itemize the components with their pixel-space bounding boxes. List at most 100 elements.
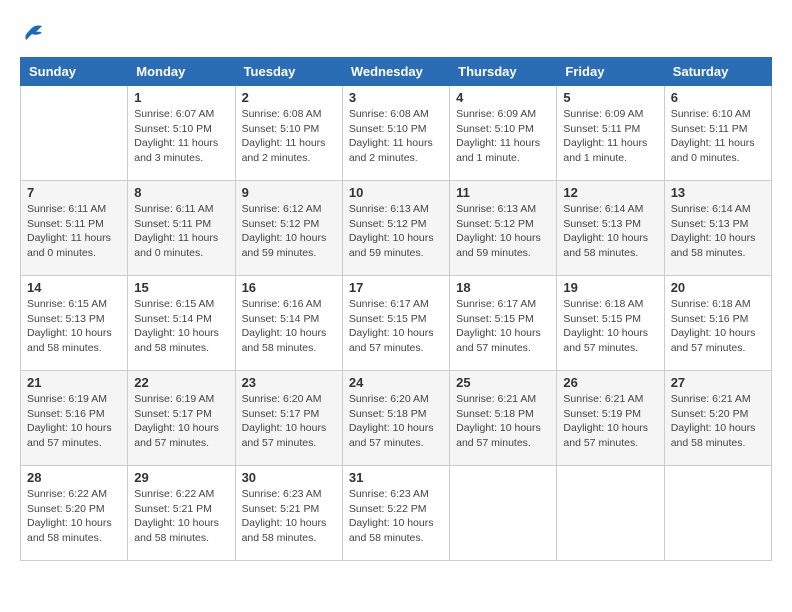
day-number: 28: [27, 470, 121, 485]
day-info: Sunrise: 6:23 AMSunset: 5:21 PMDaylight:…: [242, 487, 336, 546]
day-info: Sunrise: 6:08 AMSunset: 5:10 PMDaylight:…: [242, 107, 336, 166]
day-info: Sunrise: 6:19 AMSunset: 5:17 PMDaylight:…: [134, 392, 228, 451]
page-header: [20, 20, 772, 47]
header-cell-thursday: Thursday: [450, 58, 557, 86]
header-cell-saturday: Saturday: [664, 58, 771, 86]
day-info: Sunrise: 6:14 AMSunset: 5:13 PMDaylight:…: [671, 202, 765, 261]
day-info: Sunrise: 6:15 AMSunset: 5:14 PMDaylight:…: [134, 297, 228, 356]
day-number: 24: [349, 375, 443, 390]
logo: [20, 20, 44, 47]
day-number: 14: [27, 280, 121, 295]
day-number: 10: [349, 185, 443, 200]
day-number: 20: [671, 280, 765, 295]
day-number: 1: [134, 90, 228, 105]
calendar-cell: 24 Sunrise: 6:20 AMSunset: 5:18 PMDayligh…: [342, 371, 449, 466]
day-info: Sunrise: 6:15 AMSunset: 5:13 PMDaylight:…: [27, 297, 121, 356]
day-info: Sunrise: 6:20 AMSunset: 5:17 PMDaylight:…: [242, 392, 336, 451]
day-info: Sunrise: 6:22 AMSunset: 5:21 PMDaylight:…: [134, 487, 228, 546]
header-cell-monday: Monday: [128, 58, 235, 86]
calendar-cell: 27Sunrise: 6:21 AMSunset: 5:20 PMDayligh…: [664, 371, 771, 466]
day-number: 15: [134, 280, 228, 295]
day-info: Sunrise: 6:10 AMSunset: 5:11 PMDaylight:…: [671, 107, 765, 166]
day-number: 31: [349, 470, 443, 485]
day-info: Sunrise: 6:23 AMSunset: 5:22 PMDaylight:…: [349, 487, 443, 546]
calendar-cell: 1 Sunrise: 6:07 AMSunset: 5:10 PMDaylight…: [128, 86, 235, 181]
calendar-cell: 10Sunrise: 6:13 AMSunset: 5:12 PMDayligh…: [342, 181, 449, 276]
day-number: 26: [563, 375, 657, 390]
calendar-body: 1 Sunrise: 6:07 AMSunset: 5:10 PMDaylight…: [21, 86, 772, 561]
calendar-header: SundayMondayTuesdayWednesdayThursdayFrid…: [21, 58, 772, 86]
day-number: 27: [671, 375, 765, 390]
calendar-cell: [450, 466, 557, 561]
day-info: Sunrise: 6:17 AMSunset: 5:15 PMDaylight:…: [456, 297, 550, 356]
calendar-cell: 3 Sunrise: 6:08 AMSunset: 5:10 PMDaylight…: [342, 86, 449, 181]
calendar-cell: [557, 466, 664, 561]
day-number: 13: [671, 185, 765, 200]
calendar-cell: 28 Sunrise: 6:22 AMSunset: 5:20 PMDayligh…: [21, 466, 128, 561]
day-info: Sunrise: 6:12 AMSunset: 5:12 PMDaylight:…: [242, 202, 336, 261]
day-info: Sunrise: 6:18 AMSunset: 5:16 PMDaylight:…: [671, 297, 765, 356]
header-row: SundayMondayTuesdayWednesdayThursdayFrid…: [21, 58, 772, 86]
day-number: 11: [456, 185, 550, 200]
day-number: 25: [456, 375, 550, 390]
day-info: Sunrise: 6:11 AMSunset: 5:11 PMDaylight:…: [134, 202, 228, 261]
calendar-cell: 19Sunrise: 6:18 AMSunset: 5:15 PMDayligh…: [557, 276, 664, 371]
day-number: 30: [242, 470, 336, 485]
day-number: 12: [563, 185, 657, 200]
day-number: 6: [671, 90, 765, 105]
calendar-cell: 17Sunrise: 6:17 AMSunset: 5:15 PMDayligh…: [342, 276, 449, 371]
calendar-cell: 26 Sunrise: 6:21 AMSunset: 5:19 PMDayligh…: [557, 371, 664, 466]
header-cell-tuesday: Tuesday: [235, 58, 342, 86]
calendar-cell: 13 Sunrise: 6:14 AMSunset: 5:13 PMDayligh…: [664, 181, 771, 276]
calendar-week-5: 28 Sunrise: 6:22 AMSunset: 5:20 PMDayligh…: [21, 466, 772, 561]
header-cell-sunday: Sunday: [21, 58, 128, 86]
logo-bird-icon: [22, 22, 44, 42]
calendar-week-2: 7 Sunrise: 6:11 AMSunset: 5:11 PMDaylight…: [21, 181, 772, 276]
day-number: 16: [242, 280, 336, 295]
day-number: 4: [456, 90, 550, 105]
day-info: Sunrise: 6:14 AMSunset: 5:13 PMDaylight:…: [563, 202, 657, 261]
calendar-cell: [664, 466, 771, 561]
calendar-cell: 6 Sunrise: 6:10 AMSunset: 5:11 PMDaylight…: [664, 86, 771, 181]
calendar-cell: 18 Sunrise: 6:17 AMSunset: 5:15 PMDayligh…: [450, 276, 557, 371]
calendar-cell: 12 Sunrise: 6:14 AMSunset: 5:13 PMDayligh…: [557, 181, 664, 276]
day-info: Sunrise: 6:09 AMSunset: 5:11 PMDaylight:…: [563, 107, 657, 166]
day-info: Sunrise: 6:20 AMSunset: 5:18 PMDaylight:…: [349, 392, 443, 451]
day-info: Sunrise: 6:21 AMSunset: 5:18 PMDaylight:…: [456, 392, 550, 451]
calendar-cell: 5 Sunrise: 6:09 AMSunset: 5:11 PMDaylight…: [557, 86, 664, 181]
calendar-cell: 4 Sunrise: 6:09 AMSunset: 5:10 PMDaylight…: [450, 86, 557, 181]
day-number: 3: [349, 90, 443, 105]
calendar-cell: 9 Sunrise: 6:12 AMSunset: 5:12 PMDaylight…: [235, 181, 342, 276]
calendar-cell: 30 Sunrise: 6:23 AMSunset: 5:21 PMDayligh…: [235, 466, 342, 561]
day-number: 29: [134, 470, 228, 485]
day-info: Sunrise: 6:09 AMSunset: 5:10 PMDaylight:…: [456, 107, 550, 166]
calendar-cell: 14 Sunrise: 6:15 AMSunset: 5:13 PMDayligh…: [21, 276, 128, 371]
calendar-cell: 11 Sunrise: 6:13 AMSunset: 5:12 PMDayligh…: [450, 181, 557, 276]
calendar-cell: [21, 86, 128, 181]
day-info: Sunrise: 6:22 AMSunset: 5:20 PMDaylight:…: [27, 487, 121, 546]
calendar-cell: 21Sunrise: 6:19 AMSunset: 5:16 PMDayligh…: [21, 371, 128, 466]
day-number: 9: [242, 185, 336, 200]
day-number: 5: [563, 90, 657, 105]
day-info: Sunrise: 6:21 AMSunset: 5:19 PMDaylight:…: [563, 392, 657, 451]
day-info: Sunrise: 6:13 AMSunset: 5:12 PMDaylight:…: [456, 202, 550, 261]
calendar-cell: 16Sunrise: 6:16 AMSunset: 5:14 PMDayligh…: [235, 276, 342, 371]
day-number: 18: [456, 280, 550, 295]
calendar-week-4: 21Sunrise: 6:19 AMSunset: 5:16 PMDayligh…: [21, 371, 772, 466]
calendar-cell: 20 Sunrise: 6:18 AMSunset: 5:16 PMDayligh…: [664, 276, 771, 371]
calendar-cell: 2Sunrise: 6:08 AMSunset: 5:10 PMDaylight…: [235, 86, 342, 181]
day-number: 7: [27, 185, 121, 200]
calendar-cell: 25 Sunrise: 6:21 AMSunset: 5:18 PMDayligh…: [450, 371, 557, 466]
calendar-week-1: 1 Sunrise: 6:07 AMSunset: 5:10 PMDaylight…: [21, 86, 772, 181]
calendar-cell: 29 Sunrise: 6:22 AMSunset: 5:21 PMDayligh…: [128, 466, 235, 561]
day-number: 23: [242, 375, 336, 390]
day-number: 17: [349, 280, 443, 295]
day-number: 8: [134, 185, 228, 200]
day-info: Sunrise: 6:07 AMSunset: 5:10 PMDaylight:…: [134, 107, 228, 166]
calendar-cell: 8 Sunrise: 6:11 AMSunset: 5:11 PMDaylight…: [128, 181, 235, 276]
day-number: 19: [563, 280, 657, 295]
day-info: Sunrise: 6:11 AMSunset: 5:11 PMDaylight:…: [27, 202, 121, 261]
day-number: 21: [27, 375, 121, 390]
day-info: Sunrise: 6:08 AMSunset: 5:10 PMDaylight:…: [349, 107, 443, 166]
calendar-cell: 15 Sunrise: 6:15 AMSunset: 5:14 PMDayligh…: [128, 276, 235, 371]
